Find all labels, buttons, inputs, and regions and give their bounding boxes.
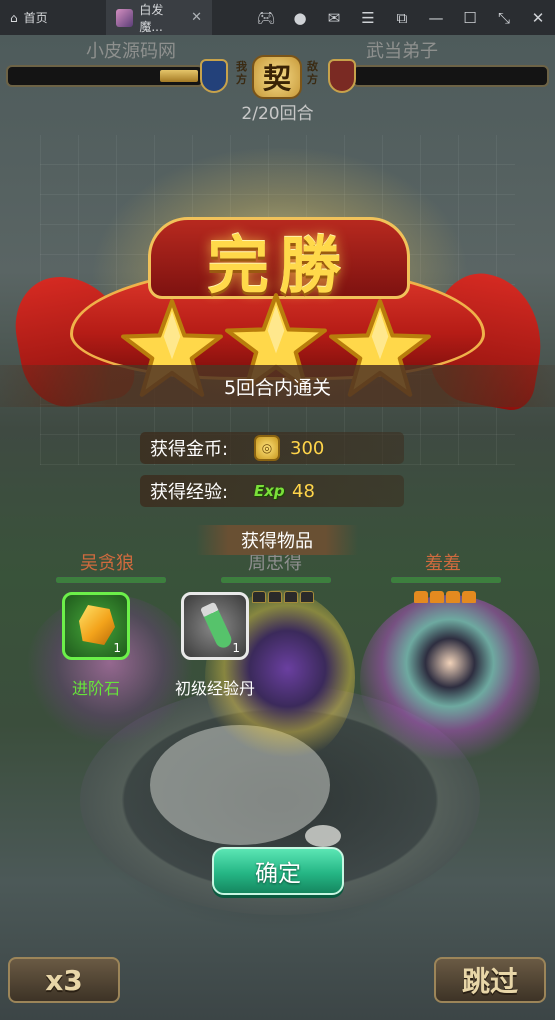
team-right-hp-bar <box>352 65 549 87</box>
hero-hp-bar <box>220 576 332 584</box>
hero-name: 吴贪狼 <box>80 553 134 574</box>
crown-icon <box>252 591 266 603</box>
enemy-shield-icon <box>328 59 356 93</box>
team-left-name: 小皮源码网 <box>86 41 176 62</box>
menu-icon[interactable]: ☰ <box>351 0 385 35</box>
hero-hp-fill <box>221 577 331 583</box>
item-count: 1 <box>232 641 240 655</box>
game-thumbnail-icon <box>116 8 134 27</box>
items-header: 获得物品 <box>196 525 358 555</box>
tab-home-label: 首页 <box>23 11 48 25</box>
crown-icon <box>268 591 282 603</box>
gamepad-icon[interactable]: 🎮︎ <box>249 0 283 35</box>
crown-icon <box>284 591 298 603</box>
hero-figure <box>360 595 540 765</box>
confirm-button[interactable]: 确定 <box>212 847 344 895</box>
gold-reward-row: 获得金币: ◎ 300 <box>140 432 404 464</box>
item-name: 进阶石 <box>71 679 120 698</box>
item-name: 初级经验丹 <box>174 679 255 698</box>
close-icon[interactable]: ✕ <box>521 0 555 35</box>
crown-icon <box>300 591 314 603</box>
round-counter: 2/20回合 <box>241 104 314 124</box>
tab-close-icon[interactable]: ✕ <box>191 10 202 25</box>
hero-hp-bar <box>390 576 502 584</box>
hero-name: 羞羞 <box>425 553 461 574</box>
hero-rank-crowns <box>414 591 476 603</box>
reward-item-exp-pill[interactable]: 1 <box>181 592 249 660</box>
hero-hp-fill <box>391 577 501 583</box>
game-viewport: 小皮源码网 武当弟子 我方 敌方 契 2/20回合 完勝 5回合内通关 获得金币… <box>0 35 555 1020</box>
exp-icon: Exp <box>254 482 285 500</box>
hero-hp-fill <box>56 577 166 583</box>
tab-home[interactable]: ⌂ 首页 <box>0 0 106 35</box>
mail-icon[interactable]: ✉ <box>317 0 351 35</box>
speed-button-label: x3 <box>45 963 83 997</box>
gold-reward-label: 获得金币: <box>150 439 229 460</box>
maximize-icon[interactable]: ☐ <box>453 0 487 35</box>
ally-side-label: 我方 <box>236 60 247 86</box>
exp-potion-icon <box>200 601 234 651</box>
emulator-toolbar: ⌂ 首页 白发魔... ✕ 🎮︎ ● ✉ ☰ ⧉ — ☐ ⤡ ✕ <box>0 0 555 35</box>
gold-reward-value: 300 <box>290 437 325 459</box>
clear-condition-text: 5回合内通关 <box>223 376 332 399</box>
gold-coin-icon: ◎ <box>254 435 280 461</box>
contract-badge: 契 <box>252 55 302 99</box>
crown-icon <box>414 591 428 603</box>
items-header-text: 获得物品 <box>241 531 313 552</box>
team-left-hp-bar <box>6 65 204 87</box>
exp-reward-value: 48 <box>292 480 315 502</box>
tab-game-label: 白发魔... <box>139 2 164 34</box>
ally-shield-icon <box>200 59 228 93</box>
confirm-button-label: 确定 <box>255 861 301 887</box>
crown-icon <box>462 591 476 603</box>
minimize-icon[interactable]: — <box>419 0 453 35</box>
crown-icon <box>446 591 460 603</box>
collapse-icon[interactable]: ⤡ <box>487 0 521 35</box>
skip-button[interactable]: 跳过 <box>434 957 546 1003</box>
clear-condition: 5回合内通关 <box>0 365 555 407</box>
account-icon[interactable]: ● <box>283 0 317 35</box>
exp-reward-row: 获得经验: Exp 48 <box>140 475 404 507</box>
exp-reward-label: 获得经验: <box>150 482 229 503</box>
advance-stone-icon <box>79 605 115 645</box>
hero-hp-bar <box>55 576 167 584</box>
hero-rank-crowns <box>252 591 314 603</box>
speed-button[interactable]: x3 <box>8 957 120 1003</box>
team-right-name: 武当弟子 <box>366 41 438 62</box>
item-count: 1 <box>113 641 121 655</box>
team-left-hp-fill <box>160 70 198 82</box>
yinyang-dot <box>305 825 341 847</box>
home-icon: ⌂ <box>10 10 18 25</box>
reward-item-advance-stone[interactable]: 1 <box>62 592 130 660</box>
tab-game[interactable]: 白发魔... ✕ <box>106 0 212 35</box>
skip-button-label: 跳过 <box>461 965 518 998</box>
popout-icon[interactable]: ⧉ <box>385 0 419 35</box>
crown-icon <box>430 591 444 603</box>
enemy-side-label: 敌方 <box>307 60 318 86</box>
